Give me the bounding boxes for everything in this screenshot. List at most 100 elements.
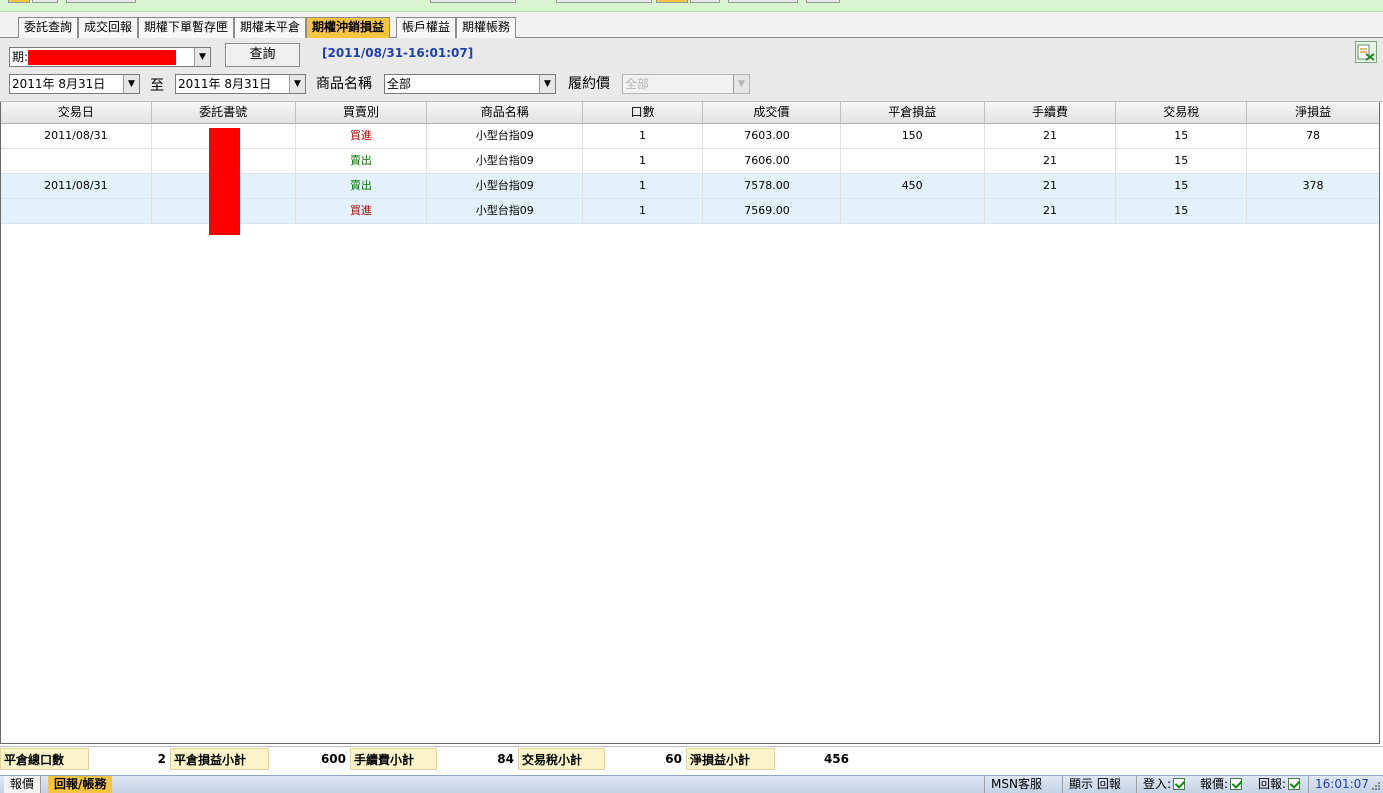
chevron-down-icon: ▼ — [733, 75, 749, 93]
query-timestamp: [2011/08/31-16:01:07] — [322, 46, 474, 60]
tab-offset-pl[interactable]: 期權沖銷損益 — [306, 17, 391, 38]
cell-side: 買進 — [296, 124, 428, 148]
account-select[interactable]: 期: ▼ — [9, 47, 211, 67]
toolbar-stub[interactable] — [32, 0, 58, 3]
show-report-toggle[interactable]: 顯示 回報 — [1062, 776, 1134, 793]
date-to-value: 2011年 8月31日 — [178, 77, 272, 91]
cell-close-pl — [841, 149, 985, 173]
cell-tax: 15 — [1116, 124, 1248, 148]
date-from-value: 2011年 8月31日 — [12, 77, 106, 91]
query-button[interactable]: 查詢 — [225, 43, 300, 67]
strike-label: 履約價 — [568, 76, 610, 92]
grid-body: 2011/08/31V0買進小型台指0917603.00150211578V0賣… — [1, 124, 1379, 224]
top-toolbar-strip — [0, 0, 1383, 12]
quote-label: 報價: — [1200, 777, 1229, 791]
product-label: 商品名稱 — [316, 76, 372, 92]
col-header-tax[interactable]: 交易稅 — [1116, 102, 1248, 124]
toolbar-stub[interactable] — [656, 0, 688, 3]
tab-order-draft[interactable]: 期權下單暫存匣 — [138, 17, 235, 38]
cell-price: 7606.00 — [703, 149, 841, 173]
export-excel-icon[interactable] — [1355, 41, 1377, 63]
chevron-down-icon[interactable]: ▼ — [123, 75, 139, 93]
tab-account-equity[interactable]: 帳戶權益 — [396, 17, 457, 38]
quote-check-icon — [1230, 778, 1243, 790]
cell-product: 小型台指09 — [427, 174, 584, 198]
date-to-picker[interactable]: 2011年 8月31日 ▼ — [175, 74, 306, 94]
toolbar-stub[interactable] — [806, 0, 840, 3]
col-header-qty[interactable]: 口數 — [583, 102, 703, 124]
strike-select: 全部 ▼ — [622, 74, 750, 94]
table-row[interactable]: V0賣出小型台指0917606.002115 — [1, 149, 1379, 174]
resize-grip-icon[interactable] — [1371, 781, 1381, 791]
cell-product: 小型台指09 — [427, 124, 584, 148]
cell-product: 小型台指09 — [427, 199, 584, 223]
table-row[interactable]: 2011/08/31V0買進小型台指0917603.00150211578 — [1, 124, 1379, 149]
tab-fill-report[interactable]: 成交回報 — [78, 17, 139, 38]
bottom-tab-report-ledger[interactable]: 回報/帳務 — [48, 776, 113, 793]
col-header-price[interactable]: 成交價 — [703, 102, 841, 124]
toolbar-stub[interactable] — [66, 0, 136, 3]
chevron-down-icon[interactable]: ▼ — [289, 75, 305, 93]
query-filter-panel: 期: ▼ 查詢 [2011/08/31-16:01:07] 2011年 8月31… — [0, 38, 1383, 102]
clock-time: 16:01:07 — [1308, 776, 1369, 793]
summary-label-close-pl: 平倉損益小計 — [170, 747, 269, 770]
summary-label-fee: 手續費小計 — [350, 747, 437, 770]
col-header-net-pl[interactable]: 淨損益 — [1247, 102, 1379, 124]
col-header-trade-date[interactable]: 交易日 — [1, 102, 152, 124]
grid-header: 交易日 委託書號 買賣別 商品名稱 口數 成交價 平倉損益 手續費 交易稅 淨損… — [1, 102, 1379, 124]
cell-tax: 15 — [1116, 199, 1248, 223]
col-header-close-pl[interactable]: 平倉損益 — [841, 102, 985, 124]
table-row[interactable]: V0買進小型台指0917569.002115 — [1, 199, 1379, 224]
toolbar-stub[interactable] — [728, 0, 798, 3]
cell-net-pl: 378 — [1302, 179, 1324, 192]
cell-net-pl — [1247, 199, 1379, 223]
tab-order-query[interactable]: 委託查詢 — [18, 17, 79, 38]
col-header-product[interactable]: 商品名稱 — [427, 102, 584, 124]
col-header-order-no[interactable]: 委託書號 — [152, 102, 296, 124]
summary-value-fee: 84 — [437, 747, 518, 770]
login-check-icon — [1173, 778, 1186, 790]
cell-product: 小型台指09 — [427, 149, 584, 173]
product-select[interactable]: 全部 ▼ — [384, 74, 556, 94]
cell-close-pl: 450 — [841, 174, 985, 198]
chevron-down-icon[interactable]: ▼ — [194, 48, 210, 66]
strike-value: 全部 — [625, 77, 650, 91]
cell-price: 7603.00 — [703, 124, 841, 148]
summary-label-total-qty: 平倉總口數 — [0, 747, 89, 770]
cell-trade-date: 2011/08/31 — [1, 124, 152, 148]
summary-value-tax: 60 — [605, 747, 686, 770]
summary-label-net-pl: 淨損益小計 — [686, 747, 775, 770]
col-header-fee[interactable]: 手續費 — [985, 102, 1117, 124]
cell-trade-date — [1, 149, 152, 173]
toolbar-stub[interactable] — [8, 0, 30, 3]
summary-value-net-pl: 456 — [775, 747, 853, 770]
cell-close-pl — [841, 199, 985, 223]
summary-value-total-qty: 2 — [89, 747, 170, 770]
cell-net-pl: 78 — [1306, 129, 1321, 142]
cell-tax: 15 — [1116, 174, 1248, 198]
tab-open-positions[interactable]: 期權未平倉 — [234, 17, 307, 38]
status-bar: 報價 回報/帳務 MSN客服 顯示 回報 登入: 報價: 回報: 16:01:0… — [0, 775, 1383, 793]
toolbar-stub[interactable] — [690, 0, 720, 3]
date-from-picker[interactable]: 2011年 8月31日 ▼ — [9, 74, 140, 94]
toolbar-stub[interactable] — [556, 0, 652, 3]
toolbar-stub[interactable] — [430, 0, 516, 3]
bottom-tab-quote[interactable]: 報價 — [4, 776, 42, 793]
cell-price: 7569.00 — [703, 199, 841, 223]
cell-price: 7578.00 — [703, 174, 841, 198]
app-window: 委託查詢 成交回報 期權下單暫存匣 期權未平倉 期權沖銷損益 帳戶權益 期權帳務… — [0, 0, 1383, 793]
report-label: 回報: — [1258, 777, 1287, 791]
msn-support-button[interactable]: MSN客服 — [984, 776, 1060, 793]
chevron-down-icon[interactable]: ▼ — [539, 75, 555, 93]
tab-account-ledger[interactable]: 期權帳務 — [456, 17, 517, 38]
cell-fee: 21 — [985, 149, 1117, 173]
cell-qty: 1 — [583, 199, 703, 223]
cell-side: 賣出 — [296, 174, 428, 198]
table-row[interactable]: 2011/08/31V0賣出小型台指0917578.004502115378 — [1, 174, 1379, 199]
report-status: 回報: — [1252, 776, 1308, 793]
account-redaction — [28, 50, 176, 65]
date-range-separator: 至 — [150, 78, 164, 94]
cell-trade-date — [1, 199, 152, 223]
col-header-side[interactable]: 買賣別 — [296, 102, 428, 124]
cell-qty: 1 — [583, 124, 703, 148]
